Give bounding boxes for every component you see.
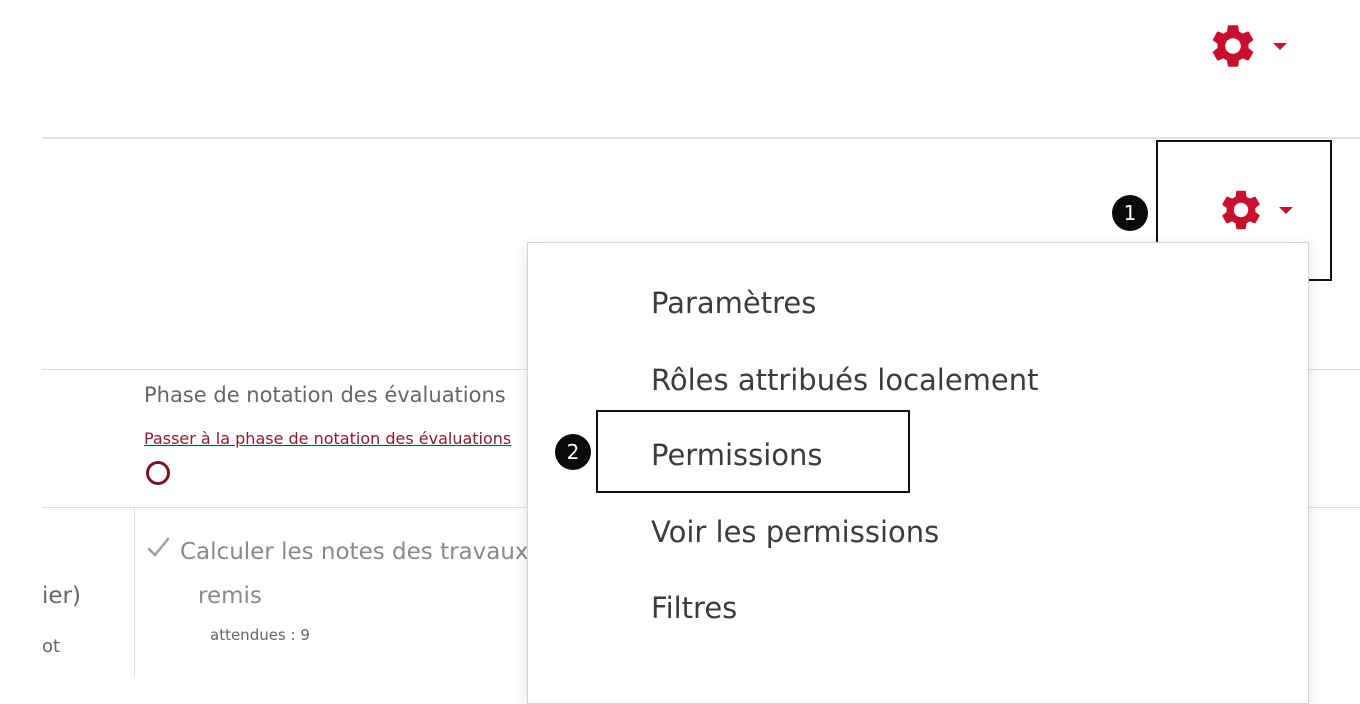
header-divider [42, 137, 1360, 139]
step-badge-1: 1 [1112, 195, 1148, 231]
left-column-text: ier) [42, 583, 81, 609]
task-expected-count: attendues : 9 [210, 626, 310, 644]
step-badge-2: 2 [555, 434, 591, 470]
caret-down-icon [1273, 42, 1287, 50]
menu-item-parametres[interactable]: Paramètres [651, 286, 816, 320]
task-label: Calculer les notes des travaux [180, 539, 529, 565]
left-column-text-2: ot [42, 636, 61, 657]
gear-icon [1212, 25, 1254, 67]
circle-icon [146, 461, 170, 485]
menu-item-local-roles[interactable]: Rôles attribués localement [651, 363, 1039, 397]
page-settings-gear-button[interactable] [1207, 20, 1287, 72]
menu-item-filters[interactable]: Filtres [651, 591, 737, 625]
menu-item-view-permissions[interactable]: Voir les permissions [651, 515, 939, 549]
highlight-box-permissions [596, 410, 910, 493]
task-label-line2: remis [198, 583, 262, 609]
phase-title: Phase de notation des évaluations [144, 383, 506, 407]
table-column-divider [134, 507, 135, 677]
check-icon [147, 537, 170, 557]
switch-phase-link[interactable]: Passer à la phase de notation des évalua… [144, 429, 529, 448]
calculate-grades-task[interactable]: Calculer les notes des travaux [146, 535, 531, 565]
